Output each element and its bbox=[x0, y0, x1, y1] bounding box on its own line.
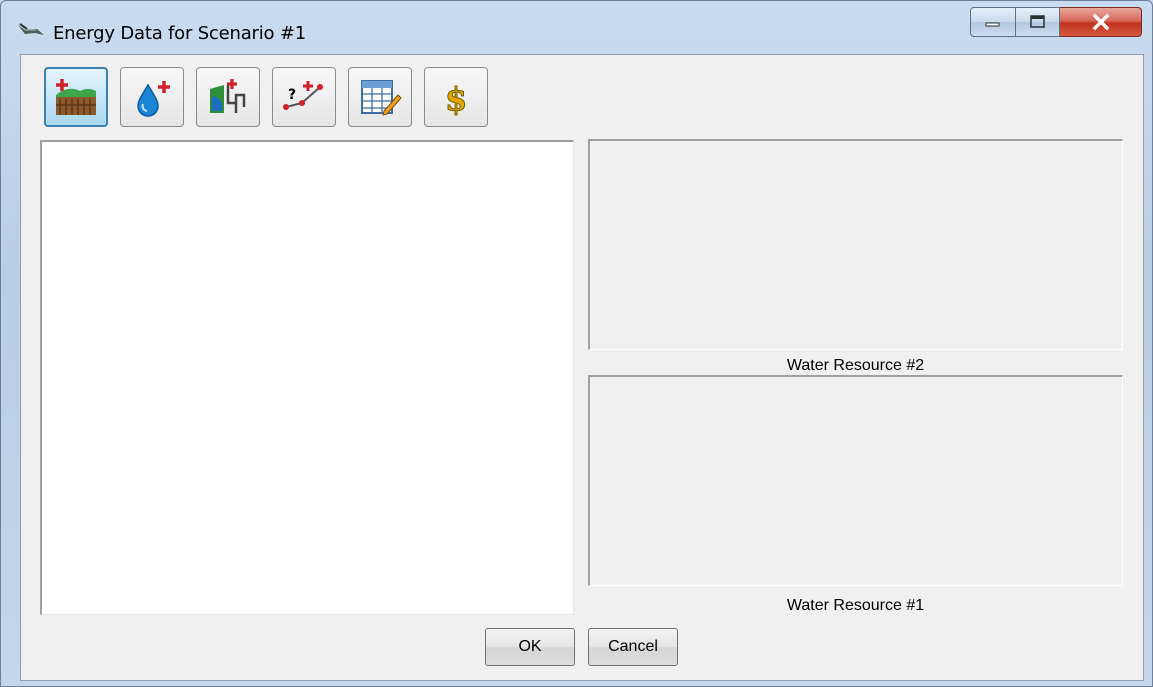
add-water-button[interactable] bbox=[120, 67, 184, 127]
cost-dollar-icon: $ bbox=[434, 77, 478, 118]
close-button[interactable] bbox=[1060, 7, 1142, 37]
add-unknown-link-icon: ? bbox=[282, 77, 326, 117]
maximize-button[interactable] bbox=[1016, 7, 1060, 37]
minimize-icon bbox=[984, 16, 1002, 28]
maximize-icon bbox=[1029, 14, 1047, 30]
add-unknown-link-button[interactable]: ? bbox=[272, 67, 336, 127]
close-icon bbox=[1091, 13, 1111, 31]
cost-dollar-button[interactable]: $ bbox=[424, 67, 488, 127]
water-resource-1-label: Water Resource #1 bbox=[786, 597, 925, 614]
add-field-icon bbox=[54, 77, 98, 117]
add-water-icon bbox=[130, 77, 174, 117]
edit-table-icon bbox=[358, 77, 402, 117]
ok-button[interactable]: OK bbox=[485, 628, 575, 666]
water-resource-1-panel[interactable] bbox=[588, 375, 1123, 586]
add-pipeline-icon bbox=[206, 77, 250, 117]
svg-text:?: ? bbox=[288, 87, 296, 103]
dialog-window: Energy Data for Scenario #1 ? $ Water Re… bbox=[0, 0, 1153, 687]
title-bar[interactable]: Energy Data for Scenario #1 bbox=[1, 1, 1152, 53]
add-pipeline-button[interactable] bbox=[196, 67, 260, 127]
add-field-button[interactable] bbox=[44, 67, 108, 127]
caption-buttons bbox=[970, 7, 1142, 39]
cancel-button[interactable]: Cancel bbox=[588, 628, 678, 666]
edit-table-button[interactable] bbox=[348, 67, 412, 127]
water-resource-2-label: Water Resource #2 bbox=[786, 357, 925, 374]
dialog-client-area: ? $ Water Resource #2 Water Resource #1 … bbox=[20, 54, 1144, 681]
svg-text:$: $ bbox=[445, 80, 467, 117]
water-resource-2-panel[interactable] bbox=[588, 139, 1123, 350]
item-list-box[interactable] bbox=[40, 140, 574, 615]
window-title: Energy Data for Scenario #1 bbox=[53, 23, 307, 44]
minimize-button[interactable] bbox=[970, 7, 1016, 37]
app-icon bbox=[17, 21, 45, 39]
